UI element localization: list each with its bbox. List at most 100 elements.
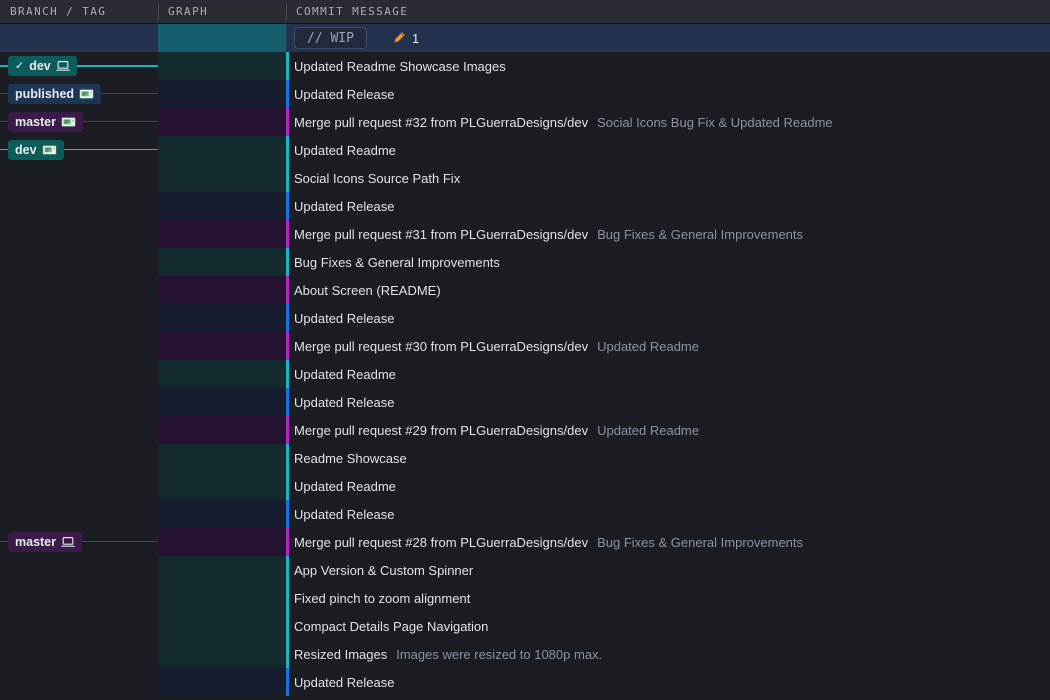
branch-tag-cell [0,556,158,584]
commit-message-cell[interactable]: Resized Images Images were resized to 108… [286,640,1050,668]
commit-row[interactable]: ✓ dev Updated Readme Showcase Images [0,52,1050,80]
commit-list[interactable]: // WIP 1 ✓ dev Updated Readme Showcase Image… [0,24,1050,700]
branch-tag-cell [0,668,158,696]
branch-tag-cell [0,276,158,304]
lane-color-bar [286,612,289,640]
commit-row[interactable]: dev Updated Readme [0,136,1050,164]
graph-cell-background [158,668,286,696]
branch-tag-cell: master [0,528,158,556]
graph-cell-background [158,500,286,528]
commit-message-cell[interactable]: Merge pull request #32 from PLGuerraDesi… [286,108,1050,136]
lane-color-bar [286,332,289,360]
lane-color-bar [286,416,289,444]
graph-cell-background [158,416,286,444]
commit-row[interactable]: Fixed pinch to zoom alignment [0,584,1050,612]
wip-label[interactable]: // WIP [294,27,367,49]
commit-row[interactable]: published H Updated Release [0,80,1050,108]
commit-row[interactable]: Merge pull request #29 from PLGuerraDesi… [0,416,1050,444]
column-header-bar: BRANCH / TAG GRAPH COMMIT MESSAGE [0,0,1050,24]
commit-row[interactable]: Compact Details Page Navigation [0,612,1050,640]
commit-message-cell[interactable]: App Version & Custom Spinner [286,556,1050,584]
branch-label-master[interactable]: master [8,112,83,132]
commit-message-cell[interactable]: Updated Readme Showcase Images [286,52,1050,80]
commit-message-cell[interactable]: Updated Release [286,388,1050,416]
commit-message-text: Social Icons Source Path Fix [294,164,460,192]
graph-cell: H [158,388,286,416]
commit-row[interactable]: Merge pull request #31 from PLGuerraDesi… [0,220,1050,248]
commit-subject: Updated Release [294,86,395,102]
commit-row[interactable]: App Version & Custom Spinner [0,556,1050,584]
commit-message-cell[interactable]: Bug Fixes & General Improvements [286,248,1050,276]
commit-row[interactable]: H Updated Release [0,668,1050,696]
branch-label-published[interactable]: published [8,84,102,104]
lane-color-bar [286,304,289,332]
commit-message-text: Updated Readme [294,360,396,388]
branch-label-master[interactable]: master [8,532,82,552]
branch-tag-cell [0,192,158,220]
commit-row[interactable]: Updated Readme [0,360,1050,388]
graph-cell [158,24,286,52]
graph-cell-background [158,220,286,248]
commit-message-cell[interactable]: Merge pull request #31 from PLGuerraDesi… [286,220,1050,248]
branch-label-dev[interactable]: ✓ dev [8,56,77,76]
lane-color-bar [286,668,289,696]
commit-message-cell[interactable]: Updated Release [286,192,1050,220]
lane-color-bar [286,584,289,612]
commit-message-cell[interactable]: Updated Readme [286,360,1050,388]
commit-message-cell[interactable]: Readme Showcase [286,444,1050,472]
graph-cell [158,220,286,248]
commit-message-text: Updated Release [294,500,394,528]
wip-row[interactable]: // WIP 1 [0,24,1050,52]
commit-row[interactable]: Social Icons Source Path Fix [0,164,1050,192]
commit-subject: Resized Images [294,646,388,662]
column-header-graph[interactable]: GRAPH [158,0,286,23]
commit-message-cell[interactable]: Updated Readme [286,472,1050,500]
commit-subject: Merge pull request #28 from PLGuerraDesi… [294,534,589,550]
wip-change-count[interactable]: 1 [392,24,419,52]
commit-row[interactable]: About Screen (README) [0,276,1050,304]
commit-row[interactable]: H Updated Release [0,500,1050,528]
commit-row[interactable]: Bug Fixes & General Improvements [0,248,1050,276]
wip-change-count-value: 1 [412,30,420,46]
commit-row[interactable]: H Updated Release [0,388,1050,416]
graph-cell [158,164,286,192]
commit-message-cell[interactable]: Fixed pinch to zoom alignment [286,584,1050,612]
branch-tag-cell [0,220,158,248]
commit-row[interactable]: Merge pull request #30 from PLGuerraDesi… [0,332,1050,360]
commit-message-cell[interactable]: About Screen (README) [286,276,1050,304]
commit-row[interactable]: H Updated Release [0,192,1050,220]
commit-message-cell: // WIP 1 [286,24,1050,52]
commit-message-cell[interactable]: Updated Release [286,500,1050,528]
commit-row[interactable]: master Merge pull request #32 from PLGuer… [0,108,1050,136]
branch-tag-cell [0,500,158,528]
graph-cell [158,416,286,444]
commit-subject: Updated Release [294,506,395,522]
column-header-commit-message[interactable]: COMMIT MESSAGE [286,0,1050,23]
commit-row[interactable]: Updated Readme [0,472,1050,500]
commit-message-cell[interactable]: Updated Readme [286,136,1050,164]
commit-row[interactable]: Resized Images Images were resized to 108… [0,640,1050,668]
lane-color-bar [286,164,289,192]
commit-message-cell[interactable]: Updated Release [286,668,1050,696]
branch-tag-cell [0,24,158,52]
commit-message-cell[interactable]: Merge pull request #29 from PLGuerraDesi… [286,416,1050,444]
commit-message-cell[interactable]: Merge pull request #30 from PLGuerraDesi… [286,332,1050,360]
commit-row[interactable]: master Merge pull request #28 from PLGuer… [0,528,1050,556]
graph-cell [158,612,286,640]
commit-message-cell[interactable]: Updated Release [286,304,1050,332]
branch-tag-cell [0,612,158,640]
lane-color-bar [286,192,289,220]
commit-row[interactable]: Readme Showcase [0,444,1050,472]
commit-detail: Bug Fixes & General Improvements [597,226,804,242]
commit-message-cell[interactable]: Social Icons Source Path Fix [286,164,1050,192]
commit-message-text: Updated Release [294,192,394,220]
commit-message-cell[interactable]: Merge pull request #28 from PLGuerraDesi… [286,528,1050,556]
lane-color-bar [286,52,289,80]
commit-message-cell[interactable]: Updated Release [286,80,1050,108]
column-header-branch-tag[interactable]: BRANCH / TAG [0,0,158,23]
branch-label-dev[interactable]: dev [8,140,64,160]
commit-message-text: Fixed pinch to zoom alignment [294,584,470,612]
branch-tag-cell: ✓ dev [0,52,158,80]
commit-row[interactable]: H Updated Release [0,304,1050,332]
commit-message-cell[interactable]: Compact Details Page Navigation [286,612,1050,640]
